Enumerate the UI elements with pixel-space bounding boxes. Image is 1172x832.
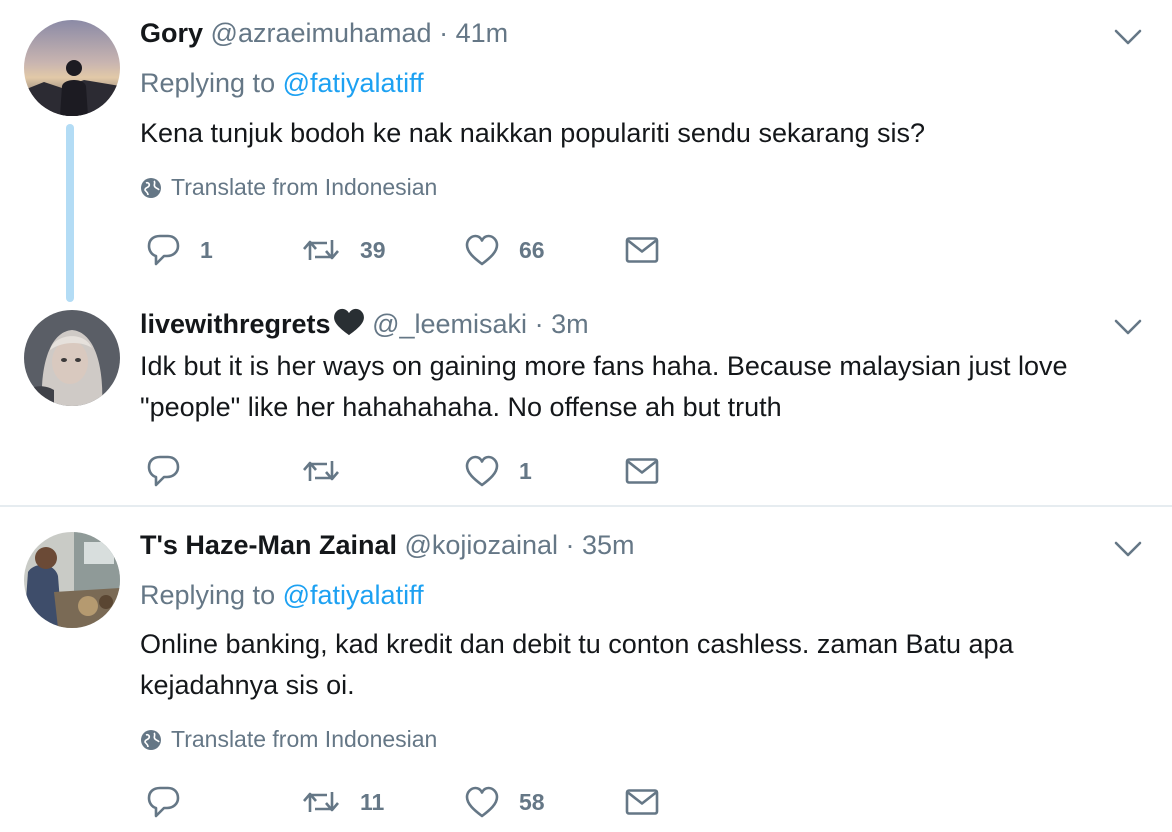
display-name[interactable]: livewithregrets bbox=[140, 309, 331, 339]
reply-button[interactable] bbox=[146, 782, 200, 822]
envelope-icon bbox=[625, 789, 659, 815]
separator: · bbox=[565, 530, 575, 560]
replying-prefix: Replying to bbox=[140, 68, 276, 98]
envelope-icon bbox=[625, 237, 659, 263]
retweet-icon bbox=[302, 459, 340, 483]
like-count: 58 bbox=[519, 788, 545, 815]
avatar[interactable] bbox=[24, 532, 120, 628]
separator: · bbox=[534, 309, 544, 339]
like-button[interactable]: 66 bbox=[465, 230, 545, 270]
tweet-text: Idk but it is her ways on gaining more f… bbox=[140, 351, 1068, 422]
reply-count: 1 bbox=[200, 236, 213, 263]
avatar[interactable] bbox=[24, 310, 120, 406]
reply-icon bbox=[147, 786, 180, 818]
like-count: 1 bbox=[519, 457, 532, 484]
tweet-actions: 1 bbox=[140, 451, 700, 491]
tweet-text: Online banking, kad kredit dan debit tu … bbox=[140, 629, 1014, 700]
replying-prefix: Replying to bbox=[140, 580, 276, 610]
user-handle[interactable]: @_leemisaki bbox=[372, 309, 527, 339]
timestamp[interactable]: 35m bbox=[582, 530, 635, 560]
thread-connector-line bbox=[66, 124, 74, 302]
translate-link[interactable]: Translate from Indonesian bbox=[140, 726, 437, 753]
separator: · bbox=[439, 18, 449, 48]
tweet-header: livewithregrets @_leemisaki · 3m bbox=[140, 308, 589, 340]
user-handle[interactable]: @azraeimuhamad bbox=[211, 18, 432, 48]
tweet-kojiozainal[interactable]: T's Haze-Man Zainal @kojiozainal · 35m R… bbox=[0, 507, 1172, 832]
direct-message-button[interactable] bbox=[625, 230, 659, 270]
globe-icon bbox=[140, 728, 162, 751]
globe-icon bbox=[140, 176, 162, 199]
heart-icon bbox=[465, 234, 499, 266]
user-handle[interactable]: @kojiozainal bbox=[405, 530, 558, 560]
retweet-icon bbox=[302, 790, 340, 814]
reply-button[interactable] bbox=[146, 451, 200, 491]
like-count: 66 bbox=[519, 236, 545, 263]
like-button[interactable]: 58 bbox=[465, 782, 545, 822]
chevron-down-icon[interactable] bbox=[1114, 540, 1142, 560]
black-heart-icon bbox=[333, 308, 364, 336]
retweet-button[interactable] bbox=[302, 451, 360, 491]
direct-message-button[interactable] bbox=[625, 782, 659, 822]
retweet-button[interactable]: 39 bbox=[302, 230, 386, 270]
tweet-livewithregrets[interactable]: livewithregrets @_leemisaki · 3m Idk but… bbox=[0, 300, 1172, 505]
heart-icon bbox=[465, 455, 499, 487]
envelope-icon bbox=[625, 458, 659, 484]
direct-message-button[interactable] bbox=[625, 451, 659, 491]
display-name[interactable]: T's Haze-Man Zainal bbox=[140, 530, 397, 560]
mention-link[interactable]: @fatiyalatiff bbox=[283, 580, 424, 610]
retweet-button[interactable]: 11 bbox=[302, 782, 384, 822]
replying-to: Replying to @fatiyalatiff bbox=[140, 580, 424, 611]
like-button[interactable]: 1 bbox=[465, 451, 532, 491]
retweet-icon bbox=[302, 238, 340, 262]
tweet-header: T's Haze-Man Zainal @kojiozainal · 35m bbox=[140, 530, 635, 561]
display-name[interactable]: Gory bbox=[140, 18, 203, 48]
reply-icon bbox=[147, 455, 180, 487]
tweet-gory[interactable]: Gory @azraeimuhamad · 41m Replying to @f… bbox=[0, 0, 1172, 302]
tweet-text: Kena tunjuk bodoh ke nak naikkan popular… bbox=[140, 118, 926, 148]
reply-icon bbox=[147, 234, 180, 266]
mention-link[interactable]: @fatiyalatiff bbox=[283, 68, 424, 98]
retweet-count: 11 bbox=[360, 788, 385, 815]
translate-label: Translate from Indonesian bbox=[171, 174, 438, 200]
translate-label: Translate from Indonesian bbox=[171, 726, 438, 752]
translate-link[interactable]: Translate from Indonesian bbox=[140, 174, 437, 201]
tweet-header: Gory @azraeimuhamad · 41m bbox=[140, 18, 508, 49]
replying-to: Replying to @fatiyalatiff bbox=[140, 68, 424, 99]
timestamp[interactable]: 41m bbox=[456, 18, 509, 48]
heart-icon bbox=[465, 786, 499, 818]
retweet-count: 39 bbox=[360, 236, 386, 263]
chevron-down-icon[interactable] bbox=[1114, 28, 1142, 48]
avatar[interactable] bbox=[24, 20, 120, 116]
tweet-actions: 1 39 66 bbox=[140, 230, 700, 270]
chevron-down-icon[interactable] bbox=[1114, 318, 1142, 338]
reply-button[interactable]: 1 bbox=[146, 230, 213, 270]
timestamp[interactable]: 3m bbox=[551, 309, 589, 339]
tweet-actions: 11 58 bbox=[140, 782, 700, 822]
